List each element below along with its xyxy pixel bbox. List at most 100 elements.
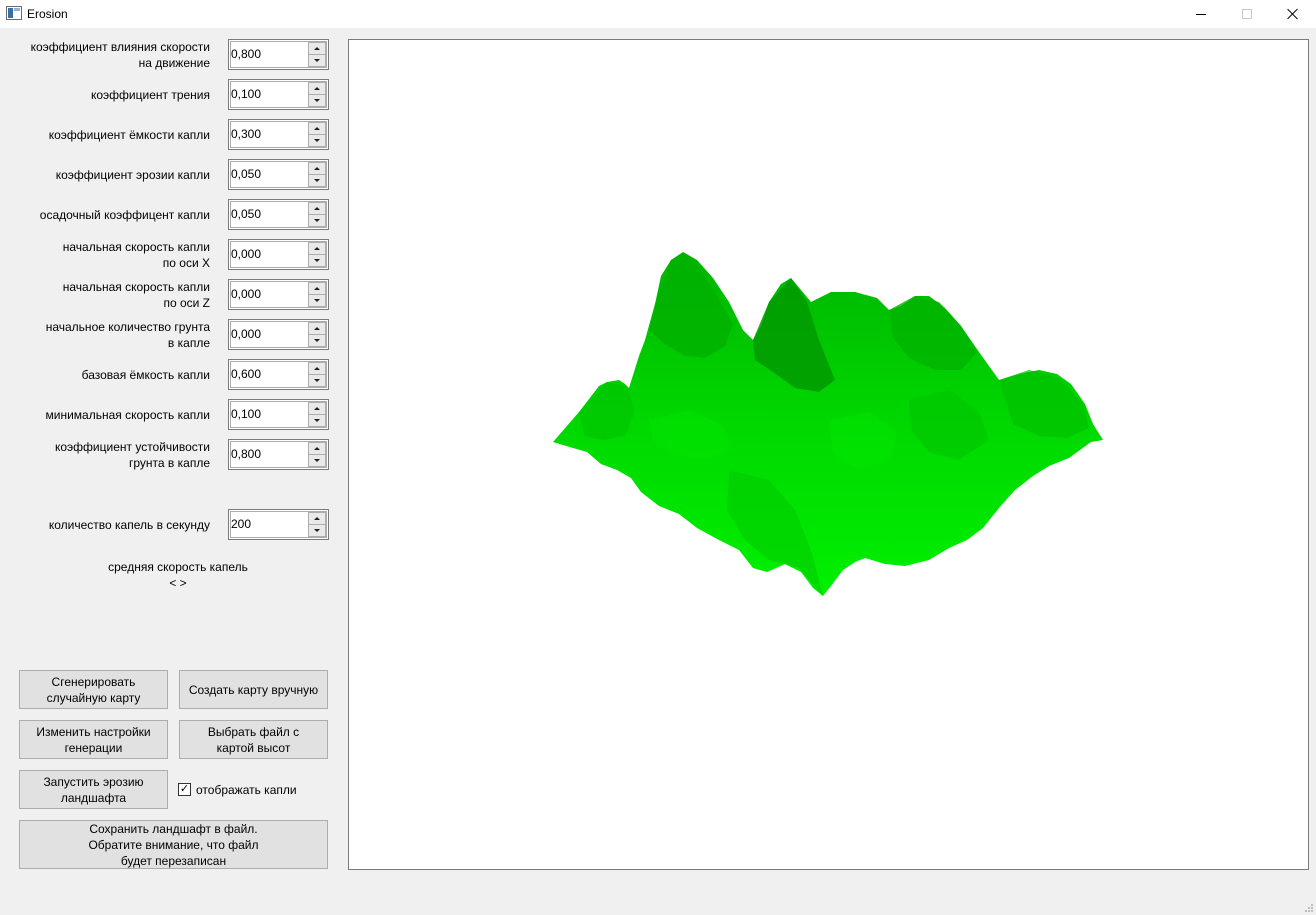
spin-down-button[interactable] [308, 295, 326, 307]
param-value[interactable]: 0,000 [231, 247, 261, 261]
show-drops-checkbox-row[interactable]: ✓ отображать капли [178, 781, 297, 798]
arrow-up-icon [314, 87, 320, 90]
param-value[interactable]: 0,100 [231, 87, 261, 101]
terrain-3d-viewport[interactable] [348, 39, 1309, 870]
param-label-5: начальная скорость капли по оси X [0, 239, 210, 270]
param-value[interactable]: 0,800 [231, 47, 261, 61]
param-spinbox-1[interactable]: 0,100 [228, 79, 329, 110]
param-value[interactable]: 0,600 [231, 367, 261, 381]
spin-down-button[interactable] [308, 525, 326, 537]
arrow-up-icon [314, 47, 320, 50]
param-spinbox-9[interactable]: 0,100 [228, 399, 329, 430]
arrow-up-icon [314, 517, 320, 520]
spin-up-button[interactable] [308, 82, 326, 95]
param-label-4: осадочный коэффицент капли [0, 199, 210, 230]
app-icon [6, 6, 22, 20]
arrow-down-icon [314, 99, 320, 102]
spin-down-button[interactable] [308, 135, 326, 147]
param-label-10: коэффициент устойчивости грунта в капле [0, 439, 210, 470]
show-drops-checkbox[interactable]: ✓ [178, 783, 191, 796]
param-label-line: в капле [167, 335, 210, 350]
maximize-button[interactable] [1224, 0, 1270, 28]
create-map-manually-button[interactable]: Создать карту вручную [179, 670, 328, 709]
param-label-line: коэффициент влияния скорости [30, 39, 210, 54]
spin-up-button[interactable] [308, 512, 326, 525]
close-button[interactable] [1270, 0, 1316, 28]
spin-down-button[interactable] [308, 55, 326, 67]
average-speed-label: средняя скорость капель < > [20, 559, 336, 591]
param-label-2: коэффициент ёмкости капли [0, 119, 210, 150]
arrow-down-icon [314, 379, 320, 382]
spin-up-button[interactable] [308, 402, 326, 415]
spin-down-button[interactable] [308, 375, 326, 387]
param-spinbox-0[interactable]: 0,800 [228, 39, 329, 70]
param-label-line: по оси Z [163, 295, 210, 310]
spin-up-button[interactable] [308, 362, 326, 375]
param-label-line: на движение [138, 55, 210, 70]
arrow-down-icon [314, 219, 320, 222]
param-spinbox-10[interactable]: 0,800 [228, 439, 329, 470]
arrow-down-icon [314, 529, 320, 532]
drops-per-second-label: количество капель в секунду [0, 509, 210, 540]
spin-down-button[interactable] [308, 415, 326, 427]
start-erosion-button[interactable]: Запустить эрозию ландшафта [19, 770, 168, 809]
average-speed-value: < > [169, 576, 187, 590]
close-icon [1287, 8, 1299, 20]
spin-down-button[interactable] [308, 255, 326, 267]
param-spinbox-6[interactable]: 0,000 [228, 279, 329, 310]
spin-down-button[interactable] [308, 95, 326, 107]
spin-up-button[interactable] [308, 242, 326, 255]
spin-up-button[interactable] [308, 162, 326, 175]
param-value[interactable]: 0,300 [231, 127, 261, 141]
param-spinbox-2[interactable]: 0,300 [228, 119, 329, 150]
checkmark-icon: ✓ [179, 783, 190, 795]
param-spinbox-4[interactable]: 0,050 [228, 199, 329, 230]
param-label-7: начальное количество грунта в капле [0, 319, 210, 350]
minimize-button[interactable] [1178, 0, 1224, 28]
generate-random-map-button[interactable]: Сгенерировать случайную карту [19, 670, 168, 709]
spin-down-button[interactable] [308, 215, 326, 227]
drops-per-second-value[interactable]: 200 [231, 517, 251, 531]
param-label-1: коэффициент трения [0, 79, 210, 110]
param-value[interactable]: 0,000 [231, 327, 261, 341]
spin-down-button[interactable] [308, 455, 326, 467]
param-value[interactable]: 0,800 [231, 447, 261, 461]
param-spinbox-7[interactable]: 0,000 [228, 319, 329, 350]
choose-heightmap-file-button[interactable]: Выбрать файл с картой высот [179, 720, 328, 759]
change-generation-settings-button[interactable]: Изменить настройки генерации [19, 720, 168, 759]
spin-up-button[interactable] [308, 322, 326, 335]
param-label-line: осадочный коэффицент капли [39, 207, 210, 222]
arrow-up-icon [314, 407, 320, 410]
param-spinbox-8[interactable]: 0,600 [228, 359, 329, 390]
arrow-down-icon [314, 139, 320, 142]
spin-up-button[interactable] [308, 442, 326, 455]
param-label-line: грунта в капле [129, 455, 210, 470]
spin-up-button[interactable] [308, 122, 326, 135]
spin-down-button[interactable] [308, 175, 326, 187]
param-label-9: минимальная скорость капли [0, 399, 210, 430]
drops-per-second-spinbox[interactable]: 200 [228, 509, 329, 540]
spin-up-button[interactable] [308, 42, 326, 55]
param-spinbox-5[interactable]: 0,000 [228, 239, 329, 270]
param-value[interactable]: 0,000 [231, 287, 261, 301]
arrow-down-icon [314, 419, 320, 422]
param-label-line: минимальная скорость капли [45, 407, 210, 422]
param-value[interactable]: 0,100 [231, 407, 261, 421]
spin-up-button[interactable] [308, 202, 326, 215]
param-spinbox-3[interactable]: 0,050 [228, 159, 329, 190]
param-label-line: по оси X [162, 255, 210, 270]
param-label-line: начальное количество грунта [45, 319, 210, 334]
param-value[interactable]: 0,050 [231, 167, 261, 181]
spin-down-button[interactable] [308, 335, 326, 347]
spin-up-button[interactable] [308, 282, 326, 295]
arrow-down-icon [314, 59, 320, 62]
param-value[interactable]: 0,050 [231, 207, 261, 221]
save-landscape-button[interactable]: Сохранить ландшафт в файл. Обратите вним… [19, 820, 328, 869]
title-bar: Erosion [0, 0, 1316, 28]
window-title: Erosion [27, 7, 68, 21]
resize-grip-icon[interactable] [1304, 903, 1314, 913]
arrow-up-icon [314, 327, 320, 330]
param-label-6: начальная скорость капли по оси Z [0, 279, 210, 310]
arrow-down-icon [314, 259, 320, 262]
show-drops-label[interactable]: отображать капли [196, 783, 297, 797]
